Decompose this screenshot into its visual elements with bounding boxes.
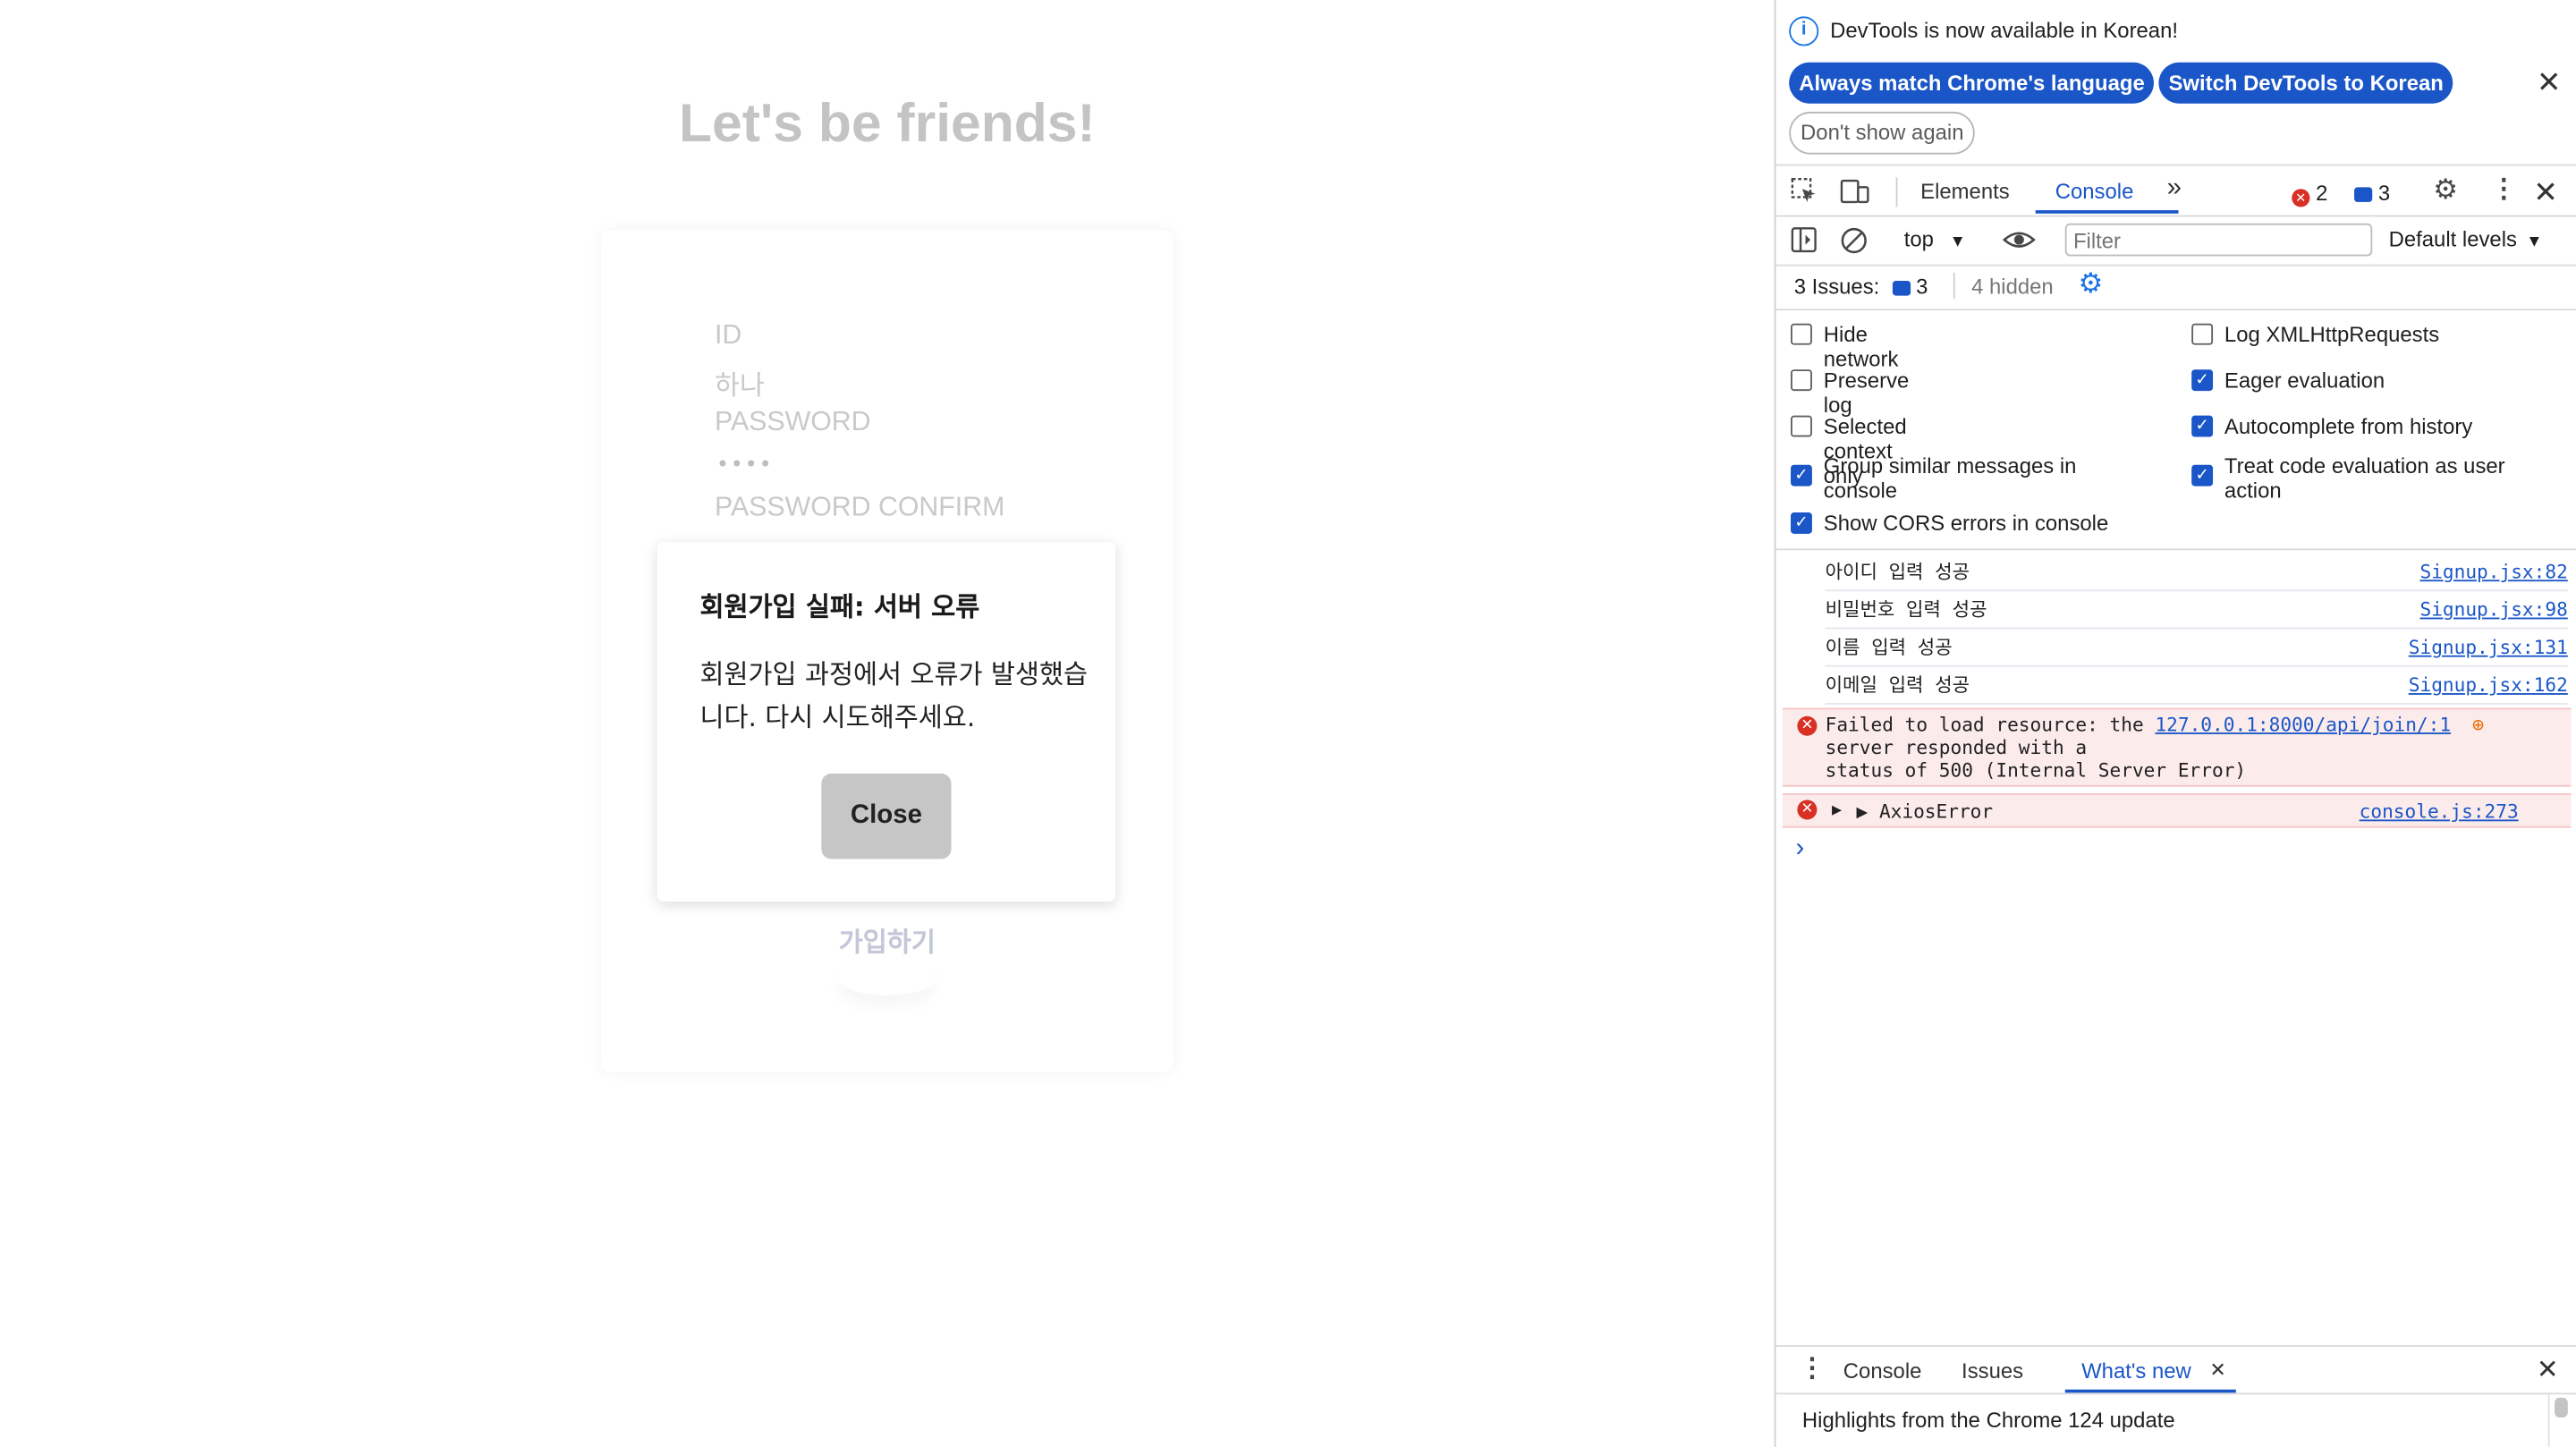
divider <box>1775 215 2576 217</box>
message-icon <box>1892 281 1911 296</box>
password-label: PASSWORD <box>714 407 871 437</box>
scrollbar-thumb[interactable] <box>2555 1397 2568 1417</box>
tab-console[interactable]: Console <box>2055 179 2134 204</box>
error-modal: 회원가입 실패: 서버 오류 회원가입 과정에서 오류가 발생했습니다. 다시 … <box>657 542 1116 902</box>
modal-close-button[interactable]: Close <box>821 774 952 859</box>
log-source-link[interactable]: Signup.jsx:82 <box>2419 555 2567 588</box>
divider <box>1775 1392 2576 1395</box>
drawer-tab-whats-new[interactable]: What's new <box>2081 1358 2191 1384</box>
divider <box>1775 264 2576 267</box>
divider <box>1775 164 2576 166</box>
password-input[interactable]: •••• <box>716 453 774 478</box>
log-source-link[interactable]: Signup.jsx:131 <box>2409 630 2568 664</box>
gear-icon[interactable]: ⚙ <box>2433 176 2458 204</box>
issues-summary[interactable]: 3 Issues: 3 <box>1794 275 1928 300</box>
error-icon: ✕ <box>1797 800 1818 820</box>
password-confirm-label: PASSWORD CONFIRM <box>714 492 1005 523</box>
expand-triangle-icon[interactable]: ▶ <box>1832 799 1842 825</box>
message-count-badge[interactable]: 3 <box>2354 181 2390 206</box>
inspect-element-icon[interactable] <box>1791 177 1818 212</box>
axios-error-row[interactable]: ✕ ▶ ▶ AxiosError console.js:273 <box>1782 793 2572 828</box>
console-settings-gear-icon[interactable]: ⚙ <box>2078 269 2103 297</box>
infobar-message: DevTools is now available in Korean! <box>1830 18 2179 43</box>
devtools-panel: i DevTools is now available in Korean! A… <box>1774 0 2576 1447</box>
divider <box>1775 548 2576 551</box>
clear-console-icon[interactable] <box>1840 226 1868 261</box>
network-request-icon[interactable]: ⊕ <box>2472 713 2484 736</box>
toolbar-separator <box>1953 272 1955 300</box>
console-prompt[interactable]: › <box>1796 834 1805 864</box>
log-row: 아이디 입력 성공 Signup.jsx:82 <box>1825 555 2568 592</box>
whats-new-highlight: Highlights from the Chrome 124 update <box>1801 1407 2175 1433</box>
id-input[interactable]: 하나 <box>715 363 765 402</box>
tab-elements[interactable]: Elements <box>1920 179 2010 204</box>
console-filter-input[interactable] <box>2064 223 2373 257</box>
infobar-close-icon[interactable]: ✕ <box>2537 67 2562 97</box>
page-title: Let's be friends! <box>678 91 1096 153</box>
devtools-close-icon[interactable]: ✕ <box>2533 177 2558 207</box>
hidden-count: 4 hidden <box>1971 274 2054 300</box>
checkbox-box <box>2191 323 2214 345</box>
log-source-link[interactable]: Signup.jsx:162 <box>2409 668 2568 701</box>
check-icon: ✓ <box>1791 464 1812 487</box>
drawer-menu-icon[interactable]: ⋮ <box>1799 1356 1825 1383</box>
sidebar-toggle-icon[interactable] <box>1791 226 1818 259</box>
always-match-language-button[interactable]: Always match Chrome's language <box>1789 62 2155 104</box>
checkbox-box <box>1791 415 1812 437</box>
scrollbar-track <box>2547 1394 2550 1447</box>
log-source-link[interactable]: Signup.jsx:98 <box>2419 593 2567 626</box>
failed-url-link[interactable]: 127.0.0.1:8000/api/join/:1 <box>2155 713 2451 736</box>
divider <box>1775 1345 2576 1347</box>
drawer-tab-issues[interactable]: Issues <box>1962 1358 2023 1384</box>
error-source-link[interactable]: console.js:273 <box>2360 797 2519 826</box>
drawer-close-icon[interactable]: ✕ <box>2537 1357 2559 1386</box>
dropdown-arrow-icon: ▼ <box>2526 233 2543 251</box>
dont-show-again-button[interactable]: Don't show again <box>1789 111 1976 155</box>
log-levels-dropdown[interactable]: Default levels ▼ <box>2389 226 2543 251</box>
submit-shadow <box>838 960 936 995</box>
error-icon: ✕ <box>2292 189 2310 207</box>
message-icon <box>2354 187 2373 202</box>
modal-body: 회원가입 과정에서 오류가 발생했습니다. 다시 시도해주세요. <box>699 658 1089 733</box>
active-tab-indicator <box>2035 210 2179 214</box>
live-expression-eye-icon[interactable] <box>2002 226 2036 259</box>
error-message-row: ✕ Failed to load resource: the 127.0.0.1… <box>1782 707 2572 787</box>
more-tabs-icon[interactable]: » <box>2167 174 2182 204</box>
log-row: 이메일 입력 성공 Signup.jsx:162 <box>1825 668 2568 705</box>
error-icon: ✕ <box>1797 715 1818 736</box>
kebab-menu-icon[interactable]: ⋮ <box>2490 176 2516 203</box>
context-selector[interactable]: top ▼ <box>1904 226 1966 251</box>
toolbar-separator <box>1895 177 1898 207</box>
error-count-badge[interactable]: ✕ 2 <box>2292 181 2327 207</box>
modal-title: 회원가입 실패: 서버 오류 <box>699 591 980 623</box>
signup-page: Let's be friends! ID 하나 PASSWORD •••• PA… <box>0 0 1775 1447</box>
switch-to-korean-button[interactable]: Switch DevTools to Korean <box>2158 62 2453 104</box>
check-icon: ✓ <box>2191 369 2214 392</box>
drawer-tab-console[interactable]: Console <box>1843 1358 1922 1384</box>
id-label: ID <box>714 320 742 351</box>
signup-submit-button[interactable]: 가입하기 <box>0 919 1775 959</box>
device-toolbar-icon[interactable] <box>1840 177 1869 212</box>
close-tab-icon[interactable]: ✕ <box>2209 1358 2225 1382</box>
check-icon: ✓ <box>2191 415 2214 437</box>
check-icon: ✓ <box>2191 464 2214 487</box>
checkbox-box <box>1791 323 1812 345</box>
check-icon: ✓ <box>1791 512 1812 534</box>
divider <box>1775 309 2576 311</box>
log-row: 이름 입력 성공 Signup.jsx:131 <box>1825 630 2568 667</box>
info-icon: i <box>1789 16 1819 47</box>
dropdown-arrow-icon: ▼ <box>1949 233 1966 251</box>
log-row: 비밀번호 입력 성공 Signup.jsx:98 <box>1825 593 2568 630</box>
checkbox-box <box>1791 369 1812 392</box>
